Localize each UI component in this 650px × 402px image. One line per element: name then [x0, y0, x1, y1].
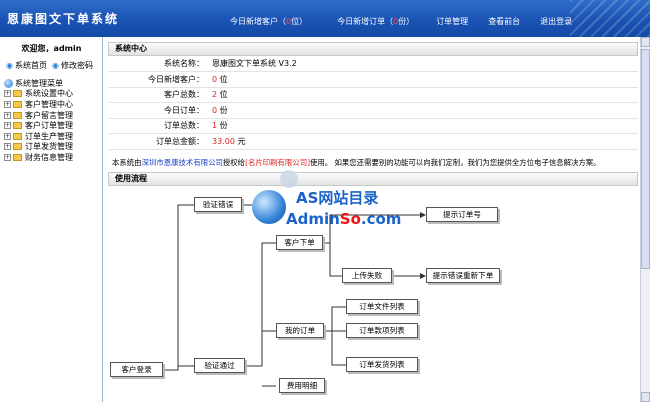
watermark-part: So [339, 210, 361, 228]
flow-node-place-order: 客户下单 [276, 235, 323, 250]
flow-node-verify-ok: 验证通过 [194, 358, 245, 373]
person-figure-icon [280, 170, 298, 188]
flow-node-my-orders: 我的订单 [276, 323, 324, 338]
flow-node-upload-fail: 上传失败 [342, 268, 392, 283]
globe-logo-icon [252, 190, 286, 224]
flow-node-order-files: 订单文件列表 [346, 299, 418, 314]
watermark-part: .com [360, 210, 402, 228]
watermark-line2: AdminSo.com [286, 210, 401, 228]
scroll-up-button[interactable] [641, 37, 650, 47]
vertical-scrollbar[interactable] [640, 37, 650, 402]
flow-node-expense-detail: 费用明细 [279, 378, 325, 393]
flow-node-verify-fail: 验证错误 [194, 197, 242, 212]
flow-node-show-order-no: 提示订单号 [426, 207, 498, 222]
watermark-line1: AS网站目录 [296, 189, 379, 207]
flow-node-error-reorder: 提示错误重新下单 [426, 268, 500, 283]
scroll-thumb[interactable] [641, 49, 650, 269]
flow-node-login: 客户登录 [110, 362, 163, 377]
flow-node-order-shipping: 订单发货列表 [346, 357, 418, 372]
scroll-down-button[interactable] [641, 392, 650, 402]
watermark-part: Admin [286, 210, 340, 228]
flow-node-order-items: 订单款项列表 [346, 323, 418, 338]
